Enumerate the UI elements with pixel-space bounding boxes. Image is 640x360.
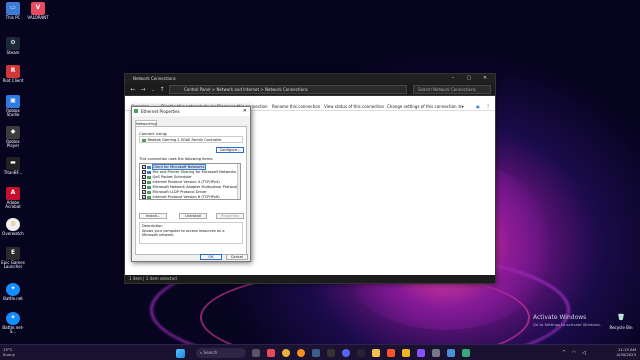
ethernet-properties-dialog: Ethernet Properties ✕ Networking Connect… bbox=[131, 106, 251, 262]
battle-net-icon[interactable]: ✦ Battle.net bbox=[0, 283, 26, 301]
status-text: 1 item | 1 item selected bbox=[129, 276, 177, 281]
search-icon: ⌕ bbox=[200, 350, 203, 355]
battle-net-setup-icon[interactable]: ✦ Battle.net-S... bbox=[0, 312, 26, 335]
weather-widget[interactable]: 13°C Sunny bbox=[3, 347, 15, 357]
window-title: Network Connections bbox=[133, 76, 176, 81]
overwatch-icon[interactable]: ◎ Overwatch bbox=[0, 218, 26, 236]
roblox-player-icon[interactable]: ◆ Roblox Player bbox=[0, 126, 26, 149]
app-taskbar-icon[interactable] bbox=[417, 349, 425, 357]
address-crumb-2[interactable]: Network and Internet bbox=[216, 87, 259, 92]
network-adapter-icon bbox=[134, 109, 138, 113]
obs-taskbar-icon[interactable] bbox=[327, 349, 335, 357]
file-explorer-taskbar-icon[interactable] bbox=[372, 349, 380, 357]
checkbox[interactable]: ✓ bbox=[142, 195, 146, 199]
maximize-icon[interactable]: ▢ bbox=[461, 74, 477, 83]
list-item[interactable]: ✓ Internet Protocol Version 6 (TCP/IPv6) bbox=[142, 195, 238, 199]
riot-client-icon[interactable]: R Riot Client bbox=[0, 65, 26, 83]
steam-taskbar-icon[interactable] bbox=[312, 349, 320, 357]
wifi-icon[interactable]: ◠ bbox=[570, 349, 578, 357]
steam-icon[interactable]: ⚙ Steam bbox=[0, 37, 26, 55]
properties-button[interactable]: Properties bbox=[216, 213, 244, 219]
up-arrow-icon[interactable]: ↑ bbox=[158, 86, 166, 94]
taskbar: 13°C Sunny ⌕ Search ^ ◠ ◁ 11:15 AM 4/30/… bbox=[0, 344, 640, 360]
checkbox[interactable]: ✓ bbox=[142, 190, 146, 194]
start-icon[interactable] bbox=[176, 349, 185, 358]
checkbox[interactable]: ✓ bbox=[142, 165, 146, 169]
folder-taskbar-icon[interactable] bbox=[402, 349, 410, 357]
adapter-box: Realtek Gaming 2.5GbE Family Controller bbox=[139, 136, 243, 143]
titanbf-icon[interactable]: ▬ TitanBF... bbox=[0, 157, 26, 175]
status-bar: 1 item | 1 item selected bbox=[125, 275, 495, 283]
chrome-taskbar-icon[interactable] bbox=[282, 349, 290, 357]
window-title-bar[interactable]: Network Connections – ▢ ✕ bbox=[125, 74, 495, 83]
forward-arrow-icon[interactable]: → bbox=[139, 86, 147, 94]
uninstall-button[interactable]: Uninstall bbox=[179, 213, 207, 219]
adapter-name: Realtek Gaming 2.5GbE Family Controller bbox=[147, 138, 222, 142]
configure-button[interactable]: Configure... bbox=[216, 147, 244, 153]
overwatch-taskbar-icon[interactable] bbox=[297, 349, 305, 357]
protocol-icon bbox=[147, 180, 151, 184]
this-pc-icon[interactable]: ▭ This PC bbox=[0, 2, 26, 20]
items-list[interactable]: ✓ Client for Microsoft Networks ✓ File and… bbox=[139, 163, 241, 200]
install-button[interactable]: Install... bbox=[139, 213, 167, 219]
view-options-icon[interactable]: ☰▾ bbox=[458, 102, 464, 111]
dialog-close-icon[interactable]: ✕ bbox=[243, 107, 247, 116]
back-arrow-icon[interactable]: ← bbox=[129, 86, 137, 94]
cancel-button[interactable]: Cancel bbox=[226, 254, 248, 260]
search-box[interactable]: ⌕ Search bbox=[196, 348, 246, 358]
help-icon[interactable]: ? bbox=[487, 102, 489, 111]
valorant-icon[interactable]: V VALORANT bbox=[25, 2, 51, 20]
preview-pane-icon[interactable]: ▣ bbox=[476, 102, 480, 111]
minimize-icon[interactable]: – bbox=[445, 74, 461, 83]
adapter-icon bbox=[142, 138, 146, 142]
close-icon[interactable]: ✕ bbox=[477, 74, 493, 83]
search-input[interactable]: Search Network Connections bbox=[413, 85, 491, 94]
dialog-body: Connect using: Realtek Gaming 2.5GbE Fam… bbox=[135, 126, 247, 255]
checkbox[interactable]: ✓ bbox=[142, 180, 146, 184]
protocol-icon bbox=[147, 195, 151, 199]
protocol-icon bbox=[147, 185, 151, 189]
change-settings-button[interactable]: Change settings of this connection bbox=[387, 102, 457, 111]
network-taskbar-icon[interactable] bbox=[462, 349, 470, 357]
roblox-studio-icon[interactable]: ▣ Roblox Studio bbox=[0, 95, 26, 118]
adobe-acrobat-icon[interactable]: A Adobe Acrobat bbox=[0, 187, 26, 210]
navigation-bar: ← → ⌄ ↑ Control Panel > Network and Inte… bbox=[125, 83, 495, 96]
settings-taskbar-icon[interactable] bbox=[432, 349, 440, 357]
epic-games-icon[interactable]: E Epic Games Launcher bbox=[0, 247, 26, 270]
weather-text: Sunny bbox=[3, 352, 15, 357]
items-label: This connection uses the following items… bbox=[139, 157, 214, 161]
activate-windows-title: Activate Windows bbox=[533, 314, 587, 321]
tray-chevron-icon[interactable]: ^ bbox=[560, 349, 568, 357]
volume-icon[interactable]: ◁ bbox=[580, 349, 588, 357]
file-sharing-icon bbox=[147, 170, 151, 174]
rename-button[interactable]: Rename this connection bbox=[272, 102, 320, 111]
view-status-button[interactable]: View status of this connection bbox=[324, 102, 384, 111]
qos-icon bbox=[147, 175, 151, 179]
brave-taskbar-icon[interactable] bbox=[387, 349, 395, 357]
discord-taskbar-icon[interactable] bbox=[342, 349, 350, 357]
recycle-bin-icon[interactable]: 🗑 Recycle Bin bbox=[608, 312, 634, 330]
address-crumb-1[interactable]: Control Panel bbox=[184, 87, 211, 92]
checkbox[interactable] bbox=[142, 185, 146, 189]
dialog-title: Ethernet Properties bbox=[141, 109, 180, 114]
protocol-icon bbox=[147, 190, 151, 194]
client-icon bbox=[147, 165, 151, 169]
steam-2-taskbar-icon[interactable] bbox=[357, 349, 365, 357]
recent-chevron-icon[interactable]: ⌄ bbox=[149, 86, 157, 94]
description-group: Description Allows your computer to acce… bbox=[139, 222, 243, 244]
address-crumb-3[interactable]: Network Connections bbox=[265, 87, 308, 92]
description-text: Allows your computer to access resources… bbox=[142, 229, 225, 238]
checkbox[interactable]: ✓ bbox=[142, 175, 146, 179]
ok-button[interactable]: OK bbox=[200, 254, 222, 260]
address-bar[interactable]: Control Panel > Network and Internet > N… bbox=[169, 85, 407, 94]
activate-windows-hint: Go to Settings to activate Windows. bbox=[533, 322, 602, 327]
task-view-icon[interactable] bbox=[252, 349, 260, 357]
dialog-title-bar[interactable]: Ethernet Properties ✕ bbox=[132, 107, 250, 116]
control-panel-taskbar-icon[interactable] bbox=[447, 349, 455, 357]
valorant-taskbar-icon[interactable] bbox=[267, 349, 275, 357]
clock[interactable]: 11:15 AM 4/30/2023 bbox=[600, 347, 636, 357]
checkbox[interactable]: ✓ bbox=[142, 170, 146, 174]
list-scrollbar[interactable] bbox=[237, 164, 240, 199]
clock-date: 4/30/2023 bbox=[616, 352, 636, 357]
